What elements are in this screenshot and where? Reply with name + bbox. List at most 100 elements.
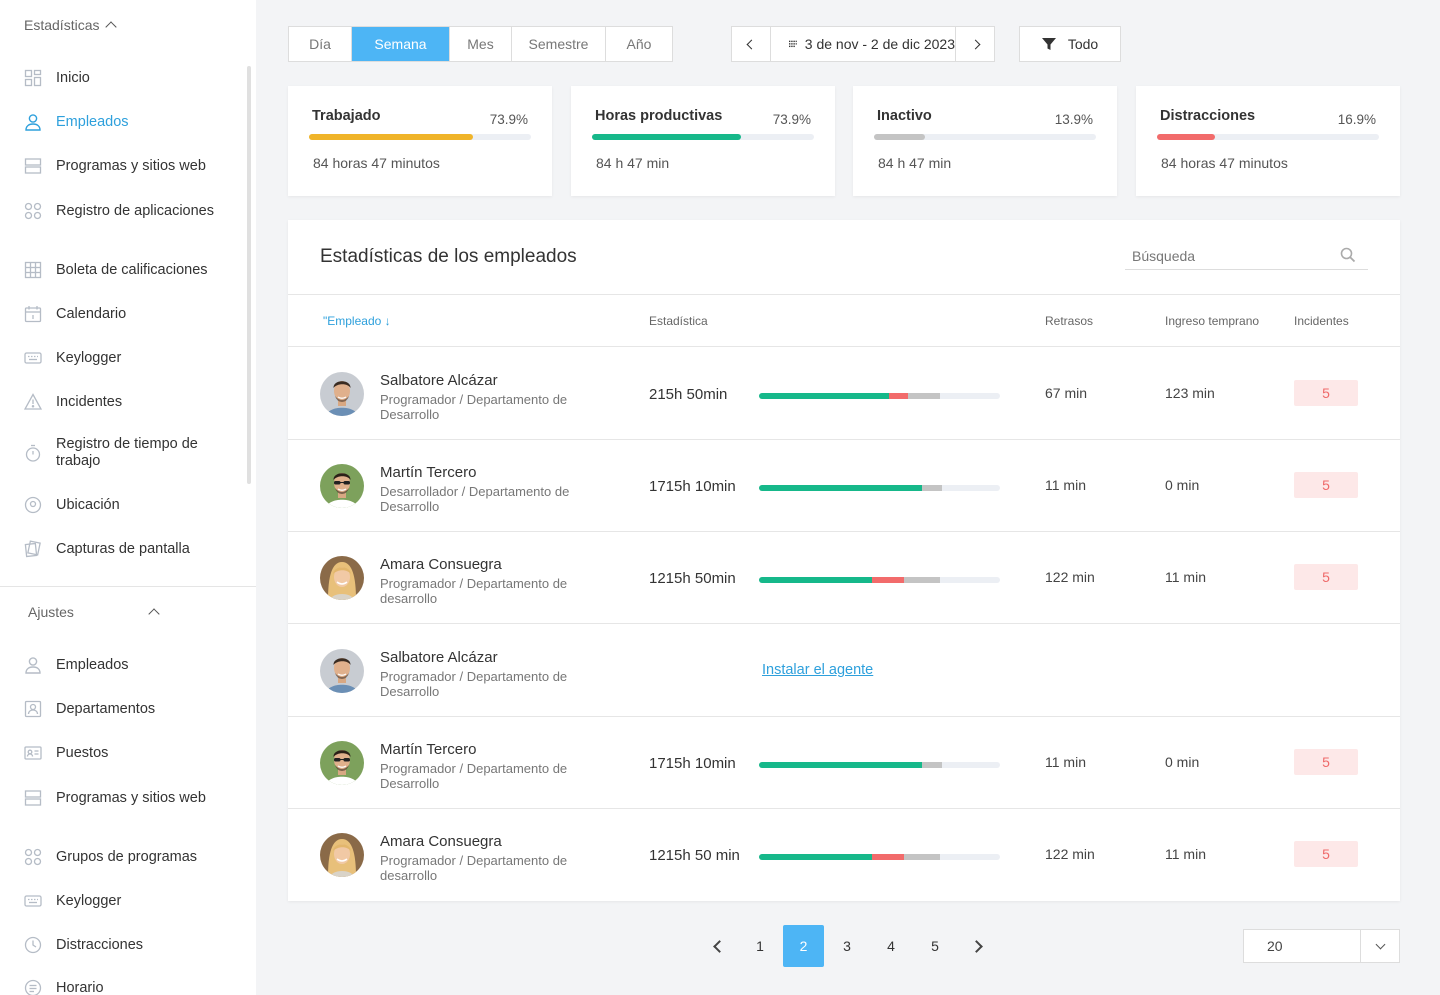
sidebar-item-incidentes[interactable]: Incidentes	[24, 393, 244, 411]
sidebar-item-grupos-de-programas[interactable]: Grupos de programas	[24, 848, 244, 866]
sidebar-item-programas-y-sitios-web[interactable]: Programas y sitios web	[24, 789, 244, 807]
idle-segment	[921, 762, 943, 768]
sidebar-item-registro-de-aplicaciones[interactable]: Registro de aplicaciones	[24, 202, 244, 220]
chevron-up-icon	[105, 21, 118, 33]
date-range-label: 3 de nov - 2 de dic 2023	[804, 36, 955, 52]
sidebar-item-departamentos[interactable]: Departamentos	[24, 700, 244, 718]
period-tab[interactable]: Semana	[352, 27, 450, 61]
employee-name[interactable]: Amara Consuegra	[380, 833, 502, 850]
avatar	[320, 649, 364, 693]
table-row[interactable]: Salbatore Alcázar Programador / Departame…	[288, 625, 1400, 717]
employee-name[interactable]: Amara Consuegra	[380, 556, 502, 573]
sidebar-item-capturas-de-pantalla[interactable]: Capturas de pantalla	[24, 540, 244, 558]
period-tab[interactable]: Semestre	[512, 27, 606, 61]
employee-name[interactable]: Martín Tercero	[380, 464, 476, 481]
window-icon	[24, 157, 42, 175]
early-entry-value: 123 min	[1165, 385, 1215, 401]
idle-segment	[903, 854, 940, 860]
stat-progress-fill	[309, 134, 474, 140]
sidebar-item-inicio[interactable]: Inicio	[24, 69, 244, 87]
stat-percent: 13.9%	[1054, 112, 1093, 127]
sidebar-item-calendario[interactable]: Calendario	[24, 305, 244, 323]
search-input[interactable]	[1125, 247, 1325, 264]
stat-card: Trabajado 73.9% 84 horas 47 minutos	[288, 86, 552, 196]
sidebar-item-ubicación[interactable]: Ubicación	[24, 496, 244, 514]
employee-name[interactable]: Martín Tercero	[380, 741, 476, 758]
stopwatch-icon	[24, 444, 42, 462]
page-button[interactable]: 1	[738, 925, 782, 967]
sidebar-scrollbar[interactable]	[247, 66, 251, 484]
filter-button[interactable]: Todo	[1019, 26, 1121, 62]
sidebar-item-label: Incidentes	[56, 393, 123, 410]
stat-subtitle: 84 horas 47 minutos	[313, 155, 440, 171]
chevron-left-icon	[712, 939, 726, 953]
sidebar-item-boleta-de-calificaciones[interactable]: Boleta de calificaciones	[24, 261, 244, 279]
column-delays: Retrasos	[1045, 314, 1094, 328]
table-row[interactable]: Martín Tercero Desarrollador / Departamen…	[288, 440, 1400, 532]
incidents-badge[interactable]: 5	[1294, 564, 1358, 590]
period-tab[interactable]: Mes	[450, 27, 512, 61]
sidebar-item-programas-y-sitios-web[interactable]: Programas y sitios web	[24, 157, 244, 175]
page-button[interactable]: 3	[825, 925, 869, 967]
employee-activity-bar	[759, 854, 1000, 860]
sidebar-item-distracciones[interactable]: Distracciones	[24, 936, 244, 954]
incidents-badge[interactable]: 5	[1294, 749, 1358, 775]
chevron-up-icon	[148, 608, 160, 620]
search-icon[interactable]	[1340, 247, 1356, 263]
sidebar-item-keylogger[interactable]: Keylogger	[24, 349, 244, 367]
column-employee-sort[interactable]: "Empleado ↓	[323, 314, 391, 328]
employee-role: Programador / Departamento de Desarrollo	[380, 392, 568, 422]
chevron-down-icon[interactable]	[1361, 930, 1399, 962]
employee-name[interactable]: Salbatore Alcázar	[380, 649, 498, 666]
sidebar-item-label: Calendario	[56, 305, 127, 322]
column-incidents: Incidentes	[1294, 314, 1349, 328]
sidebar-item-keylogger[interactable]: Keylogger	[24, 892, 244, 910]
install-agent-link[interactable]: Instalar el agente	[762, 662, 873, 678]
period-tab[interactable]: Día	[289, 27, 352, 61]
user-icon	[24, 113, 42, 131]
per-page-select[interactable]: 20	[1243, 929, 1400, 963]
sidebar-item-label: Empleados	[56, 656, 129, 673]
sidebar-item-registro-de-tiempo-de-trabajo[interactable]: Registro de tiempo de trabajo	[24, 436, 244, 470]
previous-range-button[interactable]	[732, 27, 771, 61]
next-page-button[interactable]	[957, 925, 995, 967]
sidebar-section-statistics[interactable]: Estadísticas	[24, 17, 118, 33]
idle-segment	[903, 577, 940, 583]
table-row[interactable]: Amara Consuegra Programador / Departament…	[288, 809, 1400, 901]
sidebar-item-puestos[interactable]: Puestos	[24, 744, 244, 762]
incidents-badge[interactable]: 5	[1294, 841, 1358, 867]
table-row[interactable]: Martín Tercero Programador / Departamento…	[288, 717, 1400, 809]
date-range-picker: 3 de nov - 2 de dic 2023	[731, 26, 995, 62]
next-range-button[interactable]	[955, 27, 994, 61]
sidebar-item-empleados[interactable]: Empleados	[24, 113, 244, 131]
employee-name[interactable]: Salbatore Alcázar	[380, 372, 498, 389]
sidebar: Estadísticas Inicio Empleados Programas y …	[0, 0, 256, 995]
chevron-right-icon	[969, 939, 983, 953]
productive-segment	[759, 393, 890, 399]
sidebar-item-label: Registro de tiempo de trabajo	[56, 436, 198, 469]
keyboard-icon	[24, 349, 42, 367]
incidents-badge[interactable]: 5	[1294, 380, 1358, 406]
incidents-badge[interactable]: 5	[1294, 472, 1358, 498]
previous-page-button[interactable]	[700, 925, 738, 967]
page-button[interactable]: 4	[869, 925, 913, 967]
period-tab[interactable]: Año	[606, 27, 672, 61]
window-icon	[24, 789, 42, 807]
sidebar-item-label: Keylogger	[56, 349, 122, 366]
sidebar-item-horario[interactable]: Horario	[24, 979, 244, 995]
clock-icon	[24, 936, 42, 954]
page-button[interactable]: 5	[913, 925, 957, 967]
employee-role: Programador / Departamento de desarrollo	[380, 576, 568, 606]
sidebar-item-label: Programas y sitios web	[56, 157, 206, 174]
sidebar-section-settings[interactable]: Ajustes	[28, 604, 160, 620]
productive-segment	[759, 854, 873, 860]
table-row[interactable]: Salbatore Alcázar Programador / Departame…	[288, 348, 1400, 440]
keyboard-icon	[24, 892, 42, 910]
sidebar-item-label: Distracciones	[56, 936, 144, 953]
stat-title: Trabajado	[312, 108, 381, 124]
page-button[interactable]: 2	[783, 925, 824, 967]
table-row[interactable]: Amara Consuegra Programador / Departament…	[288, 532, 1400, 624]
pagination: 12345	[700, 925, 995, 967]
sidebar-item-empleados[interactable]: Empleados	[24, 656, 244, 674]
date-range-button[interactable]: 3 de nov - 2 de dic 2023	[771, 27, 955, 61]
